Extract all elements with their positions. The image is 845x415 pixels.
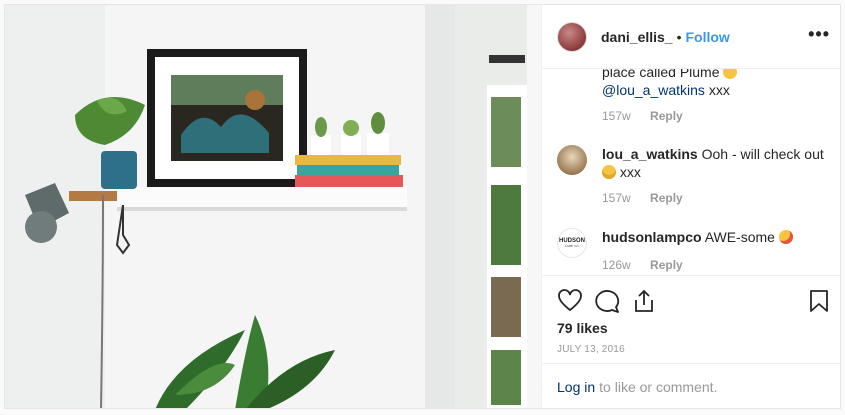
comment-icon[interactable] — [594, 288, 620, 314]
post-photo[interactable] — [5, 5, 541, 408]
reply-button[interactable]: Reply — [650, 191, 683, 205]
likes-count[interactable]: 79 likes — [557, 320, 608, 336]
commenter-avatar[interactable]: HUDSON LAMP CO — [557, 228, 587, 258]
comment-meta: 157w Reply — [602, 109, 828, 125]
action-bar: 79 likes JULY 13, 2016 — [542, 275, 840, 363]
comment-text-line-2: xxx — [602, 163, 828, 181]
comment-text: place called Plume — [602, 69, 828, 81]
post-side-panel: dani_ellis_ • Follow ••• place called Pl… — [541, 5, 840, 408]
comment-age: 157w — [602, 191, 631, 205]
comment-text-line-2: @lou_a_watkins xxx — [602, 81, 828, 99]
avatar-logo-subtext: LAMP CO — [565, 244, 579, 248]
reply-button[interactable]: Reply — [650, 109, 683, 123]
comment-body: AWE-some — [704, 229, 775, 245]
heart-icon[interactable] — [557, 288, 583, 314]
smile-emoji-icon — [723, 69, 738, 79]
comment-username[interactable]: hudsonlampco — [602, 229, 702, 245]
comment-body: Ooh - will check out — [701, 146, 824, 162]
comment-text-tail: place called Plume — [602, 69, 720, 80]
comment-age: 157w — [602, 109, 631, 123]
comment-text: lou_a_watkins Ooh - will check out — [602, 145, 828, 163]
photo-illustration — [5, 5, 541, 408]
nerd-emoji-icon — [602, 165, 616, 179]
follow-button[interactable]: Follow — [686, 29, 730, 45]
reply-button[interactable]: Reply — [650, 258, 683, 272]
post-header: dani_ellis_ • Follow ••• — [542, 5, 840, 69]
commenter-avatar[interactable] — [557, 145, 587, 175]
comment-username[interactable]: lou_a_watkins — [602, 146, 698, 162]
login-link[interactable]: Log in — [557, 379, 595, 395]
login-prompt-text: to like or comment. — [599, 379, 718, 395]
comment-meta: 157w Reply — [602, 191, 828, 207]
post-date: JULY 13, 2016 — [557, 344, 625, 355]
login-prompt: Log in to like or comment. — [542, 363, 840, 408]
author-avatar[interactable] — [557, 21, 587, 52]
comment-list[interactable]: place called Plume @lou_a_watkins xxx 15… — [542, 69, 840, 275]
bookmark-icon[interactable] — [806, 288, 832, 314]
share-icon[interactable] — [631, 288, 657, 314]
header-separator: • — [676, 28, 682, 45]
author-username[interactable]: dani_ellis_ — [601, 29, 673, 45]
comment-meta: 126w Reply — [602, 258, 828, 274]
comment-text: hudsonlampco AWE-some — [602, 228, 828, 246]
comment-suffix: xxx — [708, 82, 730, 98]
comment-age: 126w — [602, 258, 631, 272]
kiss-emoji-icon — [778, 230, 793, 244]
more-icon[interactable]: ••• — [808, 25, 830, 43]
comment-suffix: xxx — [619, 164, 641, 180]
mention-link[interactable]: @lou_a_watkins — [602, 82, 705, 98]
instagram-post: dani_ellis_ • Follow ••• place called Pl… — [4, 4, 841, 409]
